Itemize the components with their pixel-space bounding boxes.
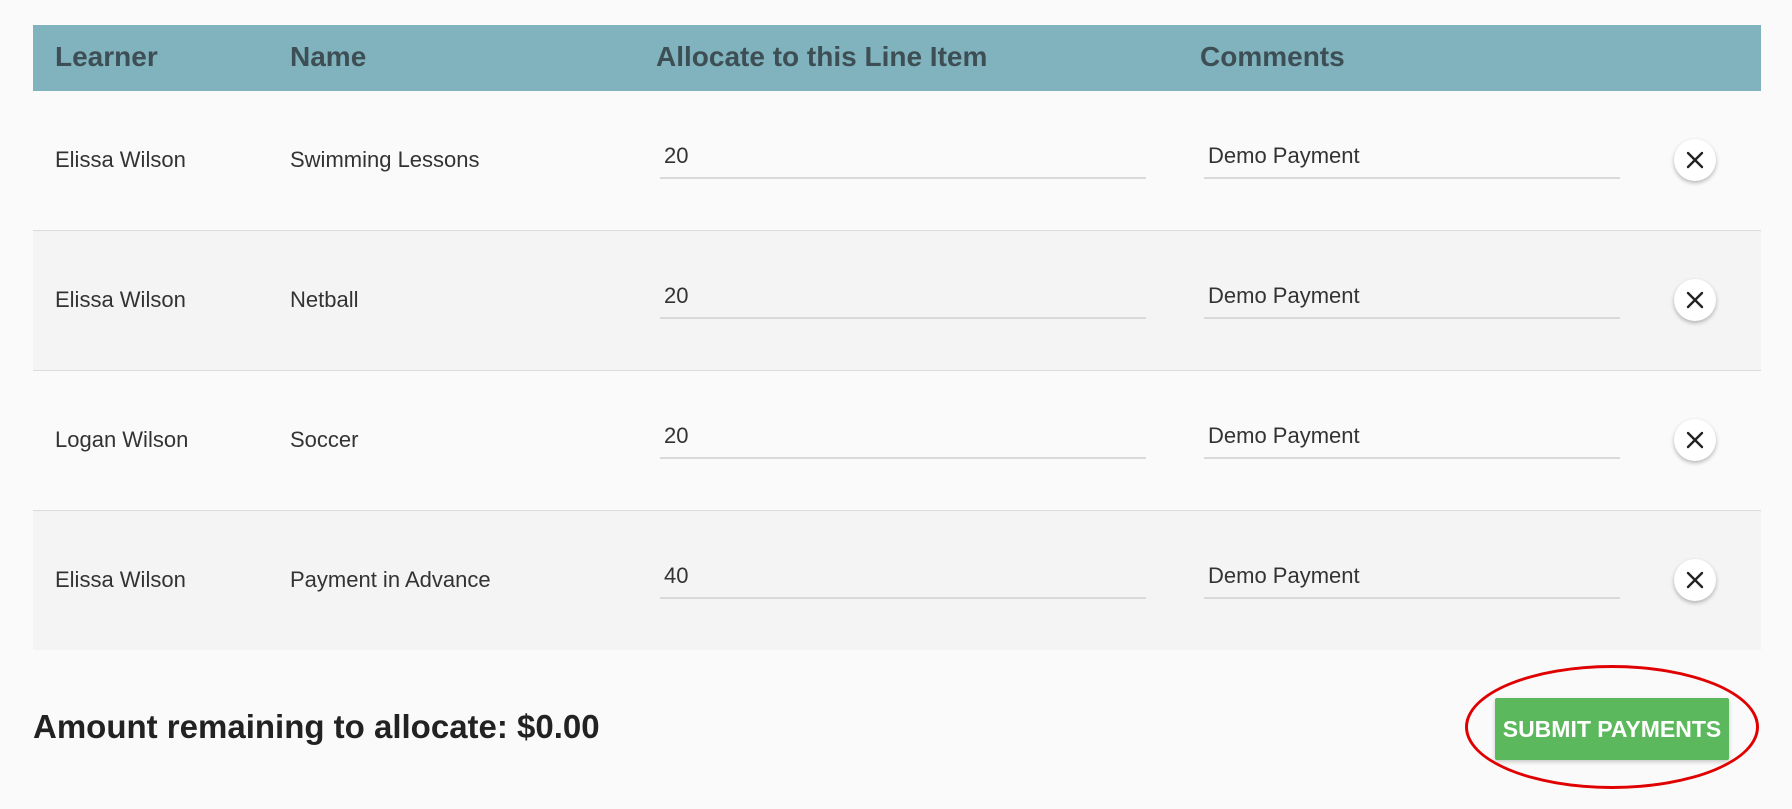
close-icon	[1686, 431, 1704, 449]
table-header: Learner Name Allocate to this Line Item …	[33, 25, 1761, 91]
close-icon	[1686, 151, 1704, 169]
table-row: Logan Wilson Soccer	[33, 371, 1761, 511]
learner-cell: Elissa Wilson	[55, 147, 186, 172]
header-name: Name	[290, 41, 367, 72]
header-learner: Learner	[55, 41, 158, 72]
header-comments: Comments	[1200, 41, 1345, 72]
remove-row-button[interactable]	[1674, 419, 1716, 461]
allocate-amount-input[interactable]	[660, 135, 1146, 179]
header-allocate: Allocate to this Line Item	[656, 41, 988, 72]
allocate-amount-input[interactable]	[660, 555, 1146, 599]
table-row: Elissa Wilson Netball	[33, 231, 1761, 371]
close-icon	[1686, 291, 1704, 309]
remove-row-button[interactable]	[1674, 559, 1716, 601]
table-row: Elissa Wilson Payment in Advance	[33, 511, 1761, 650]
learner-cell: Elissa Wilson	[55, 287, 186, 312]
comment-input[interactable]	[1204, 555, 1620, 599]
comment-input[interactable]	[1204, 415, 1620, 459]
table-row: Elissa Wilson Swimming Lessons	[33, 91, 1761, 231]
remove-row-button[interactable]	[1674, 139, 1716, 181]
allocate-amount-input[interactable]	[660, 275, 1146, 319]
comment-input[interactable]	[1204, 275, 1620, 319]
submit-payments-button[interactable]: SUBMIT PAYMENTS	[1495, 698, 1729, 760]
item-name-cell: Soccer	[290, 427, 359, 452]
allocate-amount-input[interactable]	[660, 415, 1146, 459]
learner-cell: Logan Wilson	[55, 427, 189, 452]
allocation-footer: Amount remaining to allocate: $0.00 SUBM…	[33, 680, 1761, 780]
item-name-cell: Swimming Lessons	[290, 147, 480, 172]
item-name-cell: Netball	[290, 287, 359, 312]
learner-cell: Elissa Wilson	[55, 567, 186, 592]
amount-remaining-label: Amount remaining to allocate: $0.00	[33, 708, 600, 745]
close-icon	[1686, 571, 1704, 589]
remove-row-button[interactable]	[1674, 279, 1716, 321]
allocation-table: Learner Name Allocate to this Line Item …	[33, 25, 1761, 650]
comment-input[interactable]	[1204, 135, 1620, 179]
item-name-cell: Payment in Advance	[290, 567, 491, 592]
